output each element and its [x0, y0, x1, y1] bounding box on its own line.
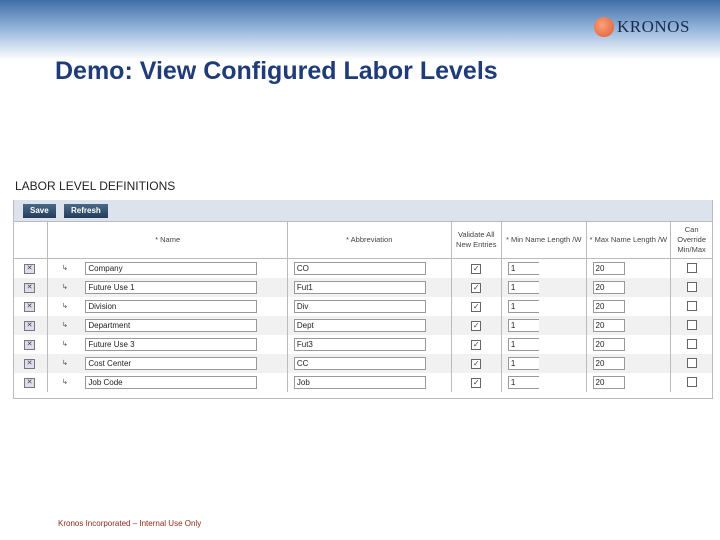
delete-icon[interactable]: ✕ — [24, 320, 35, 331]
override-checkbox[interactable] — [686, 376, 697, 387]
refresh-button[interactable]: Refresh — [64, 204, 108, 218]
max-length-input[interactable]: 20 — [592, 357, 625, 370]
delete-icon[interactable]: ✕ — [24, 301, 35, 312]
save-button[interactable]: Save — [23, 204, 56, 218]
override-checkbox[interactable] — [686, 357, 697, 368]
max-length-input[interactable]: 20 — [592, 281, 625, 294]
override-checkbox[interactable] — [686, 338, 697, 349]
delete-icon[interactable]: ✕ — [24, 358, 35, 369]
delete-icon[interactable]: ✕ — [24, 282, 35, 293]
min-length-input[interactable]: 1 — [507, 262, 539, 275]
delete-icon[interactable]: ✕ — [24, 263, 35, 274]
section-title: LABOR LEVEL DEFINITIONS — [15, 179, 176, 193]
logo-mark-icon — [594, 17, 614, 37]
validate-checkbox[interactable]: ✓ — [471, 377, 482, 388]
validate-checkbox[interactable]: ✓ — [471, 282, 482, 293]
logo-text: KRONOS — [617, 17, 690, 36]
min-length-input[interactable]: 1 — [507, 300, 539, 313]
table-row: ✕ ↳ Job Code Job ✓ 1 20 — [14, 373, 712, 392]
delete-icon[interactable]: ✕ — [24, 377, 35, 388]
override-checkbox[interactable] — [686, 319, 697, 330]
validate-checkbox[interactable]: ✓ — [471, 301, 482, 312]
footer: Kronos Incorporated – Internal Use Only — [58, 519, 202, 528]
override-checkbox[interactable] — [686, 262, 697, 273]
min-length-input[interactable]: 1 — [507, 281, 539, 294]
abbreviation-input[interactable]: Div — [293, 300, 426, 313]
table-row: ✕ ↳ Company CO ✓ 1 20 — [14, 258, 712, 278]
delete-icon[interactable]: ✕ — [24, 339, 35, 350]
move-icon[interactable]: ↳ — [60, 341, 69, 349]
validate-checkbox[interactable]: ✓ — [471, 339, 482, 350]
max-length-input[interactable]: 20 — [592, 300, 625, 313]
move-icon[interactable]: ↳ — [60, 284, 69, 292]
max-length-input[interactable]: 20 — [592, 262, 625, 275]
validate-checkbox[interactable]: ✓ — [471, 320, 482, 331]
name-input[interactable]: Future Use 1 — [85, 281, 258, 294]
min-length-input[interactable]: 1 — [507, 319, 539, 332]
col-min: * Min Name Length /W — [501, 222, 587, 259]
table-row: ✕ ↳ Cost Center CC ✓ 1 20 — [14, 354, 712, 373]
table-row: ✕ ↳ Future Use 1 Fut1 ✓ 1 20 — [14, 278, 712, 297]
table-row: ✕ ↳ Department Dept ✓ 1 20 — [14, 316, 712, 335]
name-input[interactable]: Job Code — [85, 376, 258, 389]
max-length-input[interactable]: 20 — [592, 319, 625, 332]
max-length-input[interactable]: 20 — [592, 338, 625, 351]
col-name: * Name — [47, 222, 288, 259]
name-input[interactable]: Future Use 3 — [85, 338, 258, 351]
toolbar: Save Refresh — [14, 200, 712, 222]
abbreviation-input[interactable]: Fut1 — [293, 281, 426, 294]
labor-level-panel: Save Refresh * Name * Abbreviation Valid… — [13, 200, 713, 399]
abbreviation-input[interactable]: Job — [293, 376, 426, 389]
page-title: Demo: View Configured Labor Levels — [55, 57, 498, 85]
name-input[interactable]: Company — [85, 262, 258, 275]
col-validate: Validate All New Entries — [451, 222, 502, 259]
move-icon[interactable]: ↳ — [60, 360, 69, 368]
override-checkbox[interactable] — [686, 281, 697, 292]
table-row: ✕ ↳ Future Use 3 Fut3 ✓ 1 20 — [14, 335, 712, 354]
table-row: ✕ ↳ Division Div ✓ 1 20 — [14, 297, 712, 316]
col-abbreviation: * Abbreviation — [287, 222, 452, 259]
abbreviation-input[interactable]: CO — [293, 262, 426, 275]
min-length-input[interactable]: 1 — [507, 376, 539, 389]
labor-level-table: * Name * Abbreviation Validate All New E… — [14, 222, 712, 392]
move-icon[interactable]: ↳ — [60, 379, 69, 387]
move-icon[interactable]: ↳ — [60, 265, 69, 273]
validate-checkbox[interactable]: ✓ — [471, 358, 482, 369]
col-max: * Max Name Length /W — [586, 222, 672, 259]
kronos-logo: KRONOS — [594, 17, 690, 37]
move-icon[interactable]: ↳ — [60, 303, 69, 311]
abbreviation-input[interactable]: CC — [293, 357, 426, 370]
min-length-input[interactable]: 1 — [507, 357, 539, 370]
name-input[interactable]: Division — [85, 300, 258, 313]
min-length-input[interactable]: 1 — [507, 338, 539, 351]
col-override: Can Override Min/Max — [670, 222, 712, 259]
validate-checkbox[interactable]: ✓ — [471, 263, 482, 274]
name-input[interactable]: Department — [85, 319, 258, 332]
max-length-input[interactable]: 20 — [592, 376, 625, 389]
override-checkbox[interactable] — [686, 300, 697, 311]
move-icon[interactable]: ↳ — [60, 322, 69, 330]
abbreviation-input[interactable]: Fut3 — [293, 338, 426, 351]
name-input[interactable]: Cost Center — [85, 357, 258, 370]
abbreviation-input[interactable]: Dept — [293, 319, 426, 332]
